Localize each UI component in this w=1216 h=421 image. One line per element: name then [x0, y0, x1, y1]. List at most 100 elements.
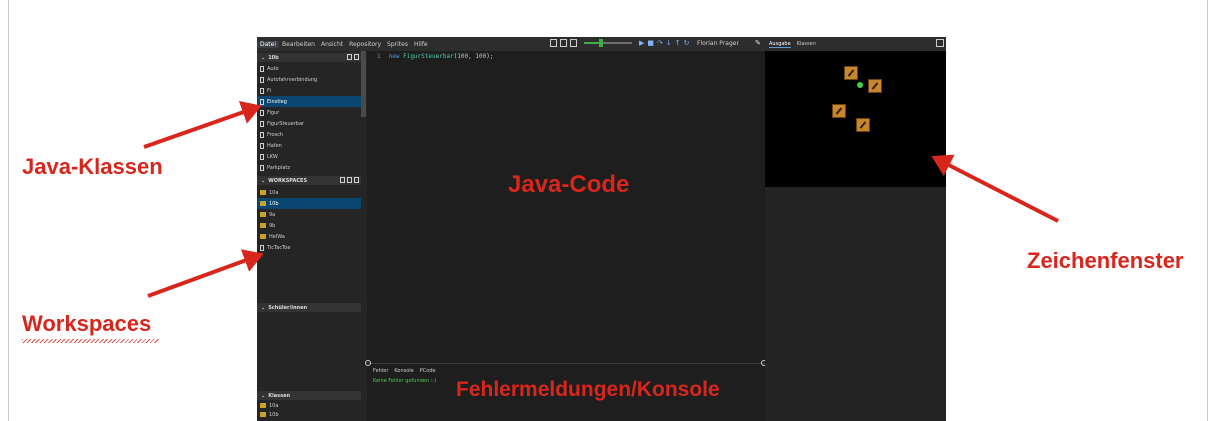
stop-icon[interactable]: ■: [647, 39, 654, 47]
figure-sprite: [868, 79, 882, 93]
code-keyword: new: [388, 53, 400, 60]
file-label: Autofahrverbindung: [267, 76, 318, 83]
file-label: Parkplatz: [267, 164, 291, 171]
workspace-label: HelWa: [269, 233, 285, 240]
file-item[interactable]: Auto: [257, 63, 361, 74]
file-item[interactable]: FigurSteuerbar: [257, 118, 361, 129]
new-workspace-icon[interactable]: [354, 177, 359, 183]
monitor-icon[interactable]: [560, 39, 567, 47]
workspaces-header[interactable]: ⌄ WORKSPACES: [257, 176, 361, 185]
workspace-label: 9a: [269, 211, 276, 218]
classes-header-label: Klassen: [268, 392, 291, 399]
chevron-down-icon: ⌄: [261, 304, 266, 311]
chevron-down-icon: ⌄: [261, 177, 266, 184]
layout-icon[interactable]: [570, 39, 577, 47]
pencil-icon[interactable]: ✎: [755, 39, 761, 47]
sidebar: ⌄ 10b Auto Autofahrverbindung Fi Einstie…: [257, 51, 367, 421]
menu-datei[interactable]: Datei: [257, 40, 280, 48]
sidebar-scrollbar[interactable]: [361, 51, 366, 117]
figure-sprite-green: [857, 82, 863, 88]
collapse-icon[interactable]: [365, 360, 371, 366]
workspace-item[interactable]: HelWa: [257, 231, 361, 242]
files-header[interactable]: ⌄ 10b: [257, 53, 361, 62]
annotation-java-code: Java-Code: [508, 171, 630, 198]
code-editor[interactable]: 1 new FigurSteuerbar(100, 100);: [367, 51, 765, 363]
tab-fehler[interactable]: Fehler: [373, 368, 388, 374]
files-header-actions: [347, 54, 359, 60]
play-icon[interactable]: ▶: [639, 39, 644, 47]
file-item[interactable]: LKW: [257, 151, 361, 162]
spellcheck-squiggle: [22, 339, 159, 343]
step-out-icon[interactable]: ↑: [675, 39, 681, 47]
students-header-label: Schüler/innen: [268, 304, 308, 311]
menu-sprites[interactable]: Sprites: [384, 41, 411, 48]
error-status: Keine Fehler gefunden :-): [373, 378, 437, 384]
arrow-to-canvas: [931, 154, 1059, 223]
class-icon: [260, 403, 266, 408]
arrow-to-workspaces: [147, 249, 264, 298]
file-label: Frosch: [267, 131, 284, 138]
tab-konsole[interactable]: Konsole: [394, 368, 413, 374]
new-folder-icon[interactable]: [354, 54, 359, 60]
fullscreen-icon[interactable]: [550, 39, 557, 47]
files-header-label: 10b: [268, 54, 279, 61]
line-number: 1: [377, 53, 381, 60]
tab-pcode[interactable]: PCode: [420, 368, 436, 374]
menu-ansicht[interactable]: Ansicht: [318, 41, 346, 48]
class-item[interactable]: 10a: [257, 401, 361, 410]
menu-hilfe[interactable]: Hilfe: [411, 41, 431, 48]
file-item[interactable]: Frosch: [257, 129, 361, 140]
arrow-to-classes: [143, 100, 262, 149]
menu-bearbeiten[interactable]: Bearbeiten: [279, 41, 318, 48]
file-label: Einstieg: [267, 98, 287, 105]
step-into-icon[interactable]: ↓: [666, 39, 672, 47]
workspace-item[interactable]: 9b: [257, 220, 361, 231]
new-folder-icon[interactable]: [347, 177, 352, 183]
step-over-icon[interactable]: ↷: [657, 39, 663, 47]
file-item[interactable]: Fi: [257, 85, 361, 96]
file-label: Hafen: [267, 142, 282, 149]
file-item[interactable]: Parkplatz: [257, 162, 361, 173]
workspace-icon: [260, 234, 266, 239]
workspaces-header-label: WORKSPACES: [268, 177, 308, 184]
right-panel-tabs: Ausgabe Klassen: [765, 37, 946, 51]
page-border-left: [8, 0, 9, 421]
workspace-item[interactable]: TicTacToe: [257, 242, 361, 253]
workspace-item[interactable]: 9a: [257, 209, 361, 220]
tab-ausgabe[interactable]: Ausgabe: [769, 41, 791, 48]
class-item[interactable]: 10b: [257, 410, 361, 419]
classes-header[interactable]: ⌄ Klassen: [257, 391, 361, 400]
menu-repository[interactable]: Repository: [346, 41, 384, 48]
file-label: Figur: [267, 109, 280, 116]
tab-klassen[interactable]: Klassen: [797, 41, 816, 47]
file-item[interactable]: Hafen: [257, 140, 361, 151]
drawing-canvas[interactable]: [765, 51, 946, 187]
restart-icon[interactable]: ↻: [684, 39, 690, 47]
file-item-selected[interactable]: Einstieg: [257, 96, 361, 107]
code-arg-2: 100: [475, 53, 487, 60]
speed-slider-knob[interactable]: [598, 39, 603, 47]
file-icon: [260, 98, 264, 105]
chevron-down-icon: ⌄: [261, 54, 266, 61]
file-icon: [260, 120, 264, 127]
workspace-icon: [260, 190, 266, 195]
user-name[interactable]: Florian Prager: [697, 40, 739, 47]
settings-icon[interactable]: [340, 177, 345, 183]
file-icon: [260, 142, 264, 149]
workspaces-header-actions: [340, 177, 359, 183]
new-file-icon[interactable]: [347, 54, 352, 60]
workspace-item-selected[interactable]: 10b: [257, 198, 361, 209]
code-line[interactable]: 1 new FigurSteuerbar(100, 100);: [377, 53, 493, 60]
file-icon: [260, 131, 264, 138]
code-arg-1: 100: [457, 53, 469, 60]
workspace-label: TicTacToe: [267, 244, 291, 251]
file-item[interactable]: Figur: [257, 107, 361, 118]
file-label: Fi: [267, 87, 271, 94]
code-class-name: FigurSteuerbar: [403, 53, 454, 60]
fullscreen-icon[interactable]: [936, 39, 944, 47]
workspace-icon: [260, 212, 266, 217]
students-header[interactable]: ⌄ Schüler/innen: [257, 303, 361, 312]
file-item[interactable]: Autofahrverbindung: [257, 74, 361, 85]
workspace-item[interactable]: 10a: [257, 187, 361, 198]
speed-slider[interactable]: [584, 39, 632, 47]
